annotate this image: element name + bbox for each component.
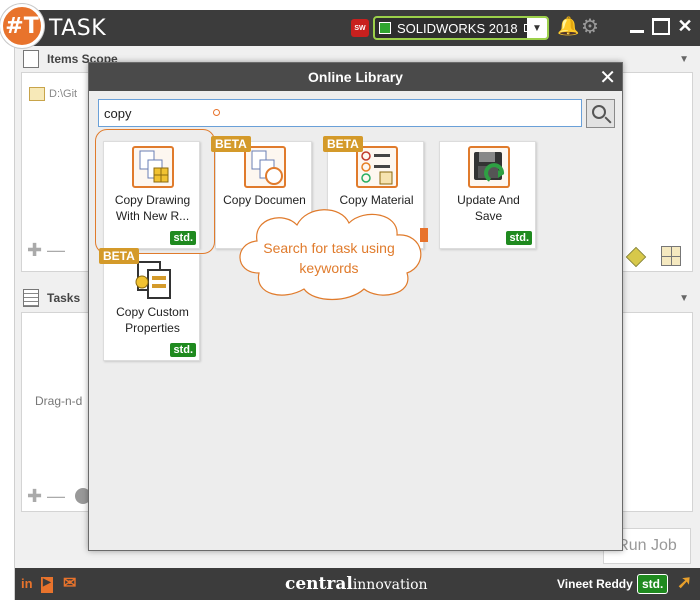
- properties-task-icon: [132, 258, 174, 300]
- app-logo: #T: [0, 4, 44, 48]
- items-path-text: D:\Git: [49, 88, 78, 100]
- task-card-label: Update And Save: [457, 193, 520, 223]
- search-icon: [591, 104, 606, 119]
- youtube-icon[interactable]: ▶: [41, 577, 53, 593]
- minimize-button[interactable]: [627, 16, 647, 36]
- cursor-indicator: [213, 109, 220, 116]
- user-name: Vineet Reddy: [557, 577, 633, 591]
- brand-logo: centralinnovation: [285, 574, 428, 594]
- material-task-icon: [356, 146, 398, 188]
- std-badge: std.: [505, 230, 533, 246]
- beta-badge: BETA: [211, 136, 251, 152]
- app-title: TASK: [49, 16, 107, 41]
- std-badge: std.: [169, 342, 197, 358]
- tasks-list-icon: [23, 289, 39, 307]
- tasks-title: Tasks: [47, 291, 81, 305]
- assembly-grid-icon[interactable]: [661, 246, 681, 266]
- solidworks-icon: SW: [351, 19, 369, 37]
- online-library-dialog: Online Library ✕ copy Copy Drawing With …: [88, 62, 623, 551]
- gear-icon[interactable]: ⚙: [581, 14, 599, 39]
- collapse-icon[interactable]: ▼: [679, 293, 689, 304]
- bell-icon[interactable]: 🔔: [557, 16, 579, 37]
- beta-badge: BETA: [323, 136, 363, 152]
- task-card[interactable]: Update And Save std.: [439, 141, 536, 249]
- solidworks-version-select[interactable]: SOLIDWORKS 2018 ▼: [373, 16, 549, 40]
- folder-icon: [29, 87, 45, 101]
- solidworks-version-label: SOLIDWORKS 2018: [397, 20, 518, 36]
- drag-hint: Drag-n-d: [35, 394, 83, 408]
- search-button[interactable]: [586, 99, 615, 128]
- save-task-icon: [468, 146, 510, 188]
- dialog-title: Online Library: [308, 69, 403, 85]
- status-square-icon: [379, 22, 391, 34]
- callout-text: Search for task using keywords: [263, 240, 395, 276]
- remove-item-icon[interactable]: —: [47, 240, 65, 261]
- dialog-header: Online Library ✕: [89, 63, 622, 91]
- chevron-down-icon[interactable]: ▼: [527, 18, 547, 38]
- mail-icon[interactable]: ✉: [63, 573, 76, 592]
- remove-task-icon[interactable]: —: [47, 486, 65, 507]
- task-card[interactable]: Copy Custom Properties std.: [103, 253, 200, 361]
- task-card-label: Copy Custom Properties: [116, 305, 189, 335]
- arrow-up-icon[interactable]: ➚: [677, 572, 692, 593]
- footer-bar: in ▶ ✉ centralinnovation Vineet Reddy st…: [15, 568, 700, 600]
- selected-card-highlight: [95, 129, 215, 254]
- document-icon: [23, 50, 39, 68]
- collapse-icon[interactable]: ▼: [679, 54, 689, 65]
- title-bar: TASK SW SOLIDWORKS 2018 ▼ 🔔 ⚙ ✕: [15, 10, 700, 46]
- plan-badge: std.: [637, 574, 669, 594]
- maximize-button[interactable]: [651, 16, 671, 36]
- close-icon[interactable]: ✕: [599, 65, 616, 89]
- add-item-icon[interactable]: ✚: [27, 240, 42, 261]
- beta-badge: BETA: [99, 248, 139, 264]
- add-task-icon[interactable]: ✚: [27, 486, 42, 507]
- linkedin-icon[interactable]: in: [21, 576, 33, 592]
- close-window-button[interactable]: ✕: [675, 16, 695, 36]
- search-input[interactable]: copy: [98, 99, 582, 127]
- document-task-icon: [244, 146, 286, 188]
